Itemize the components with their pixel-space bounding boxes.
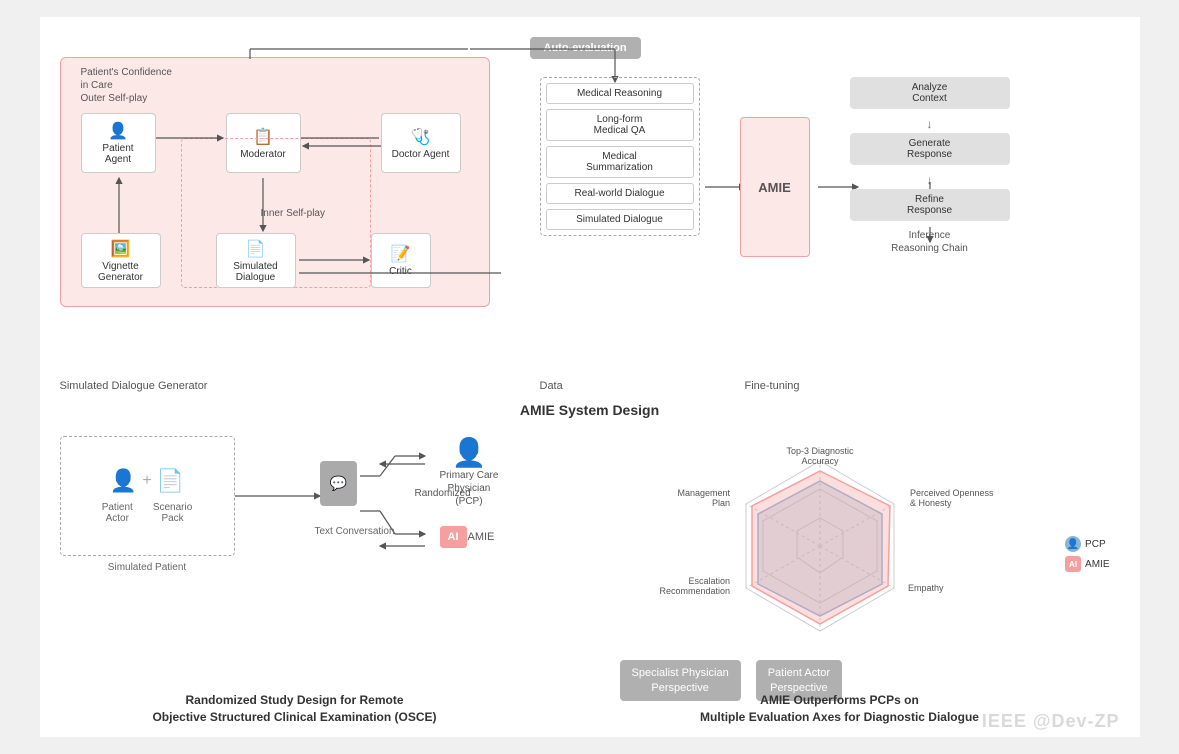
data-box-container: Medical Reasoning Long-formMedical QA Me… xyxy=(540,77,700,236)
refine-response-box: RefineResponse xyxy=(850,189,1010,221)
node-patient-agent: 👤 Patient Agent xyxy=(81,113,156,173)
pcp-label: Primary Care Physician (PCP) xyxy=(440,469,499,508)
sim-dialogue-icon: 📄 xyxy=(246,239,266,259)
outer-selfplay-label: Patient's Confidence in Care Outer Self-… xyxy=(81,66,172,105)
radar-section: Top-3 Diagnostic Accuracy Perceived Open… xyxy=(550,426,1130,726)
svg-text:Perceived Openness: Perceived Openness xyxy=(910,488,994,498)
data-section: Medical Reasoning Long-formMedical QA Me… xyxy=(540,77,700,236)
doctor-agent-icon: 🩺 xyxy=(411,127,431,147)
sim-dialogue-gen-label: Simulated Dialogue Generator xyxy=(60,380,208,392)
pcp-icon: 👤 xyxy=(440,436,499,469)
scenario-pack-icon: 📄 xyxy=(157,468,184,494)
radar-svg: Top-3 Diagnostic Accuracy Perceived Open… xyxy=(630,436,1010,656)
vignette-label: Vignette Generator xyxy=(98,261,143,283)
svg-text:Top-3 Diagnostic: Top-3 Diagnostic xyxy=(786,446,854,456)
data-bottom-label: Data xyxy=(540,380,563,392)
svg-text:& Honesty: & Honesty xyxy=(910,498,952,508)
text-conv-label: Text Conversation xyxy=(305,526,405,537)
legend-amie: AI AMIE xyxy=(1065,556,1109,572)
svg-text:Management: Management xyxy=(677,488,730,498)
simulated-patient-label: Simulated Patient xyxy=(61,562,234,573)
svg-text:Escalation: Escalation xyxy=(688,576,730,586)
analyze-context-box: AnalyzeContext xyxy=(850,77,1010,109)
data-item-4: Real-world Dialogue xyxy=(546,183,694,204)
patient-icons-row: 👤 + 📄 xyxy=(110,468,184,494)
main-title: AMIE System Design xyxy=(50,402,1130,418)
pcp-legend-icon: 👤 xyxy=(1065,536,1081,552)
data-item-2: Long-formMedical QA xyxy=(546,109,694,141)
vignette-icon: 🖼️ xyxy=(111,239,131,259)
critic-icon: 📝 xyxy=(391,244,411,264)
outer-box: Patient's Confidence in Care Outer Self-… xyxy=(60,57,490,307)
patient-agent-label: Patient Agent xyxy=(90,143,147,165)
legend-pcp: 👤 PCP xyxy=(1065,536,1109,552)
osce-section: 👤 + 📄 Patient Actor Scenario Pack Simula… xyxy=(50,426,540,726)
data-item-3: MedicalSummarization xyxy=(546,146,694,178)
pcp-legend-label: PCP xyxy=(1085,539,1106,550)
patient-dashed-box: 👤 + 📄 Patient Actor Scenario Pack Simula… xyxy=(60,436,235,556)
amie-label-bottom: AMIE xyxy=(468,531,495,543)
osce-title: Randomized Study Design for Remote Objec… xyxy=(50,692,540,726)
amie-legend-label: AMIE xyxy=(1085,559,1109,570)
bottom-section: 👤 + 📄 Patient Actor Scenario Pack Simula… xyxy=(50,426,1130,726)
doctor-agent-label: Doctor Agent xyxy=(392,149,450,160)
critic-label: Critic xyxy=(389,266,412,277)
radar-container: Top-3 Diagnostic Accuracy Perceived Open… xyxy=(630,436,1050,666)
ai-badge: AI xyxy=(440,526,467,548)
node-sim-dialogue: 📄 Simulated Dialogue xyxy=(216,233,296,288)
generate-response-box: GenerateResponse xyxy=(850,133,1010,165)
node-critic: 📝 Critic xyxy=(371,233,431,288)
watermark: IEEE @Dev-ZP xyxy=(982,711,1120,732)
page: Auto-evaluation Patient's Confidence in … xyxy=(40,17,1140,737)
svg-text:Recommendation: Recommendation xyxy=(659,586,730,596)
auto-eval-box: Auto-evaluation xyxy=(530,37,641,59)
text-conv-box: 💬 xyxy=(320,461,357,506)
arrow-2: ↓ xyxy=(850,173,1010,187)
svg-text:Accuracy: Accuracy xyxy=(801,456,839,466)
plus-icon: + xyxy=(142,472,151,490)
amie-box: AMIE xyxy=(740,117,810,257)
svg-text:Empathy: Empathy xyxy=(908,583,944,593)
node-doctor-agent: 🩺 Doctor Agent xyxy=(381,113,461,173)
patient-actor-label: Patient Actor xyxy=(102,502,133,524)
fine-tuning-label: Fine-tuning xyxy=(745,380,800,392)
patient-labels-row: Patient Actor Scenario Pack xyxy=(102,502,193,524)
data-item-5: Simulated Dialogue xyxy=(546,209,694,230)
sim-dialogue-label: Simulated Dialogue xyxy=(233,261,277,283)
amie-label: AMIE xyxy=(758,180,791,195)
node-vignette: 🖼️ Vignette Generator xyxy=(81,233,161,288)
arrow-1: ↓ xyxy=(850,117,1010,131)
auto-eval-label: Auto-evaluation xyxy=(544,42,627,54)
inference-section: AnalyzeContext ↓ GenerateResponse ↓ Refi… xyxy=(850,77,1010,255)
pcp-figure: 👤 Primary Care Physician (PCP) xyxy=(440,436,499,508)
top-section: Auto-evaluation Patient's Confidence in … xyxy=(50,27,1130,397)
svg-text:Plan: Plan xyxy=(711,498,729,508)
scenario-pack-label: Scenario Pack xyxy=(153,502,192,524)
data-item-1: Medical Reasoning xyxy=(546,83,694,104)
patient-agent-icon: 👤 xyxy=(108,121,128,141)
patient-actor-icon: 👤 xyxy=(110,468,137,494)
inference-label: InferenceReasoning Chain xyxy=(850,229,1010,255)
amie-legend-icon: AI xyxy=(1065,556,1081,572)
legend: 👤 PCP AI AMIE xyxy=(1065,536,1109,576)
